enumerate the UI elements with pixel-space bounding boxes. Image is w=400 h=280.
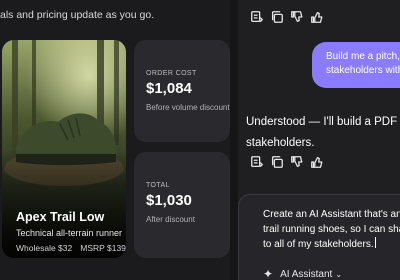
retry-icon[interactable]: [250, 155, 264, 169]
order-cost-note: Before volume discount: [146, 103, 230, 112]
total-value: $1,030: [146, 192, 192, 209]
chat-panel: Build me a pitch, stakeholders with Unde…: [238, 0, 400, 280]
product-prices: Wholesale $32 MSRP $139: [16, 243, 126, 253]
product-card[interactable]: Apex Trail Low Technical all-terrain run…: [2, 40, 126, 258]
total-note: After discount: [146, 215, 195, 224]
text-caret: [374, 237, 377, 248]
thumbs-down-icon[interactable]: [290, 155, 304, 169]
thumbs-up-icon[interactable]: [310, 10, 324, 24]
thumbs-up-icon[interactable]: [310, 155, 324, 169]
pane-divider[interactable]: [230, 0, 238, 280]
product-name: Apex Trail Low: [16, 210, 105, 224]
chevron-down-icon: ⌄: [335, 269, 343, 279]
order-cost-label: ORDER COST: [146, 70, 197, 77]
product-panel: als and pricing update as you go. Apex T…: [0, 0, 230, 280]
user-message: Build me a pitch, stakeholders with: [312, 42, 400, 88]
retry-icon[interactable]: [250, 10, 264, 24]
thumbs-down-icon[interactable]: [290, 10, 304, 24]
assistant-message: Understood — I'll build a PDF for stakeh…: [246, 116, 400, 149]
sparkle-icon: ✦: [263, 267, 274, 280]
order-cost-value: $1,084: [146, 80, 192, 97]
assistant-selector-label: AI Assistant: [280, 268, 333, 280]
user-message-line: stakeholders with: [326, 65, 400, 76]
msrp-price: MSRP $139: [80, 243, 126, 253]
wholesale-price: Wholesale $32: [16, 243, 73, 253]
composer-input-text: Create an AI Assistant that's an trail r…: [263, 209, 400, 250]
message-composer[interactable]: Create an AI Assistant that's an trail r…: [238, 194, 400, 280]
assistant-selector[interactable]: ✦ AI Assistant ⌄: [263, 267, 342, 280]
total-card: TOTAL $1,030 After discount: [134, 152, 230, 258]
order-cost-card: ORDER COST $1,084 Before volume discount: [134, 40, 230, 142]
product-subtitle: Technical all-terrain runner: [16, 228, 123, 238]
panel-intro-text: als and pricing update as you go.: [0, 9, 155, 21]
composer-input[interactable]: Create an AI Assistant that's an trail r…: [263, 207, 400, 252]
user-message-line: Build me a pitch,: [326, 51, 400, 62]
copy-icon[interactable]: [270, 155, 284, 169]
copy-icon[interactable]: [270, 10, 284, 24]
total-label: TOTAL: [146, 182, 170, 189]
product-image: [2, 40, 126, 258]
message-actions-top: [250, 10, 324, 26]
message-actions-bottom: [250, 155, 324, 171]
